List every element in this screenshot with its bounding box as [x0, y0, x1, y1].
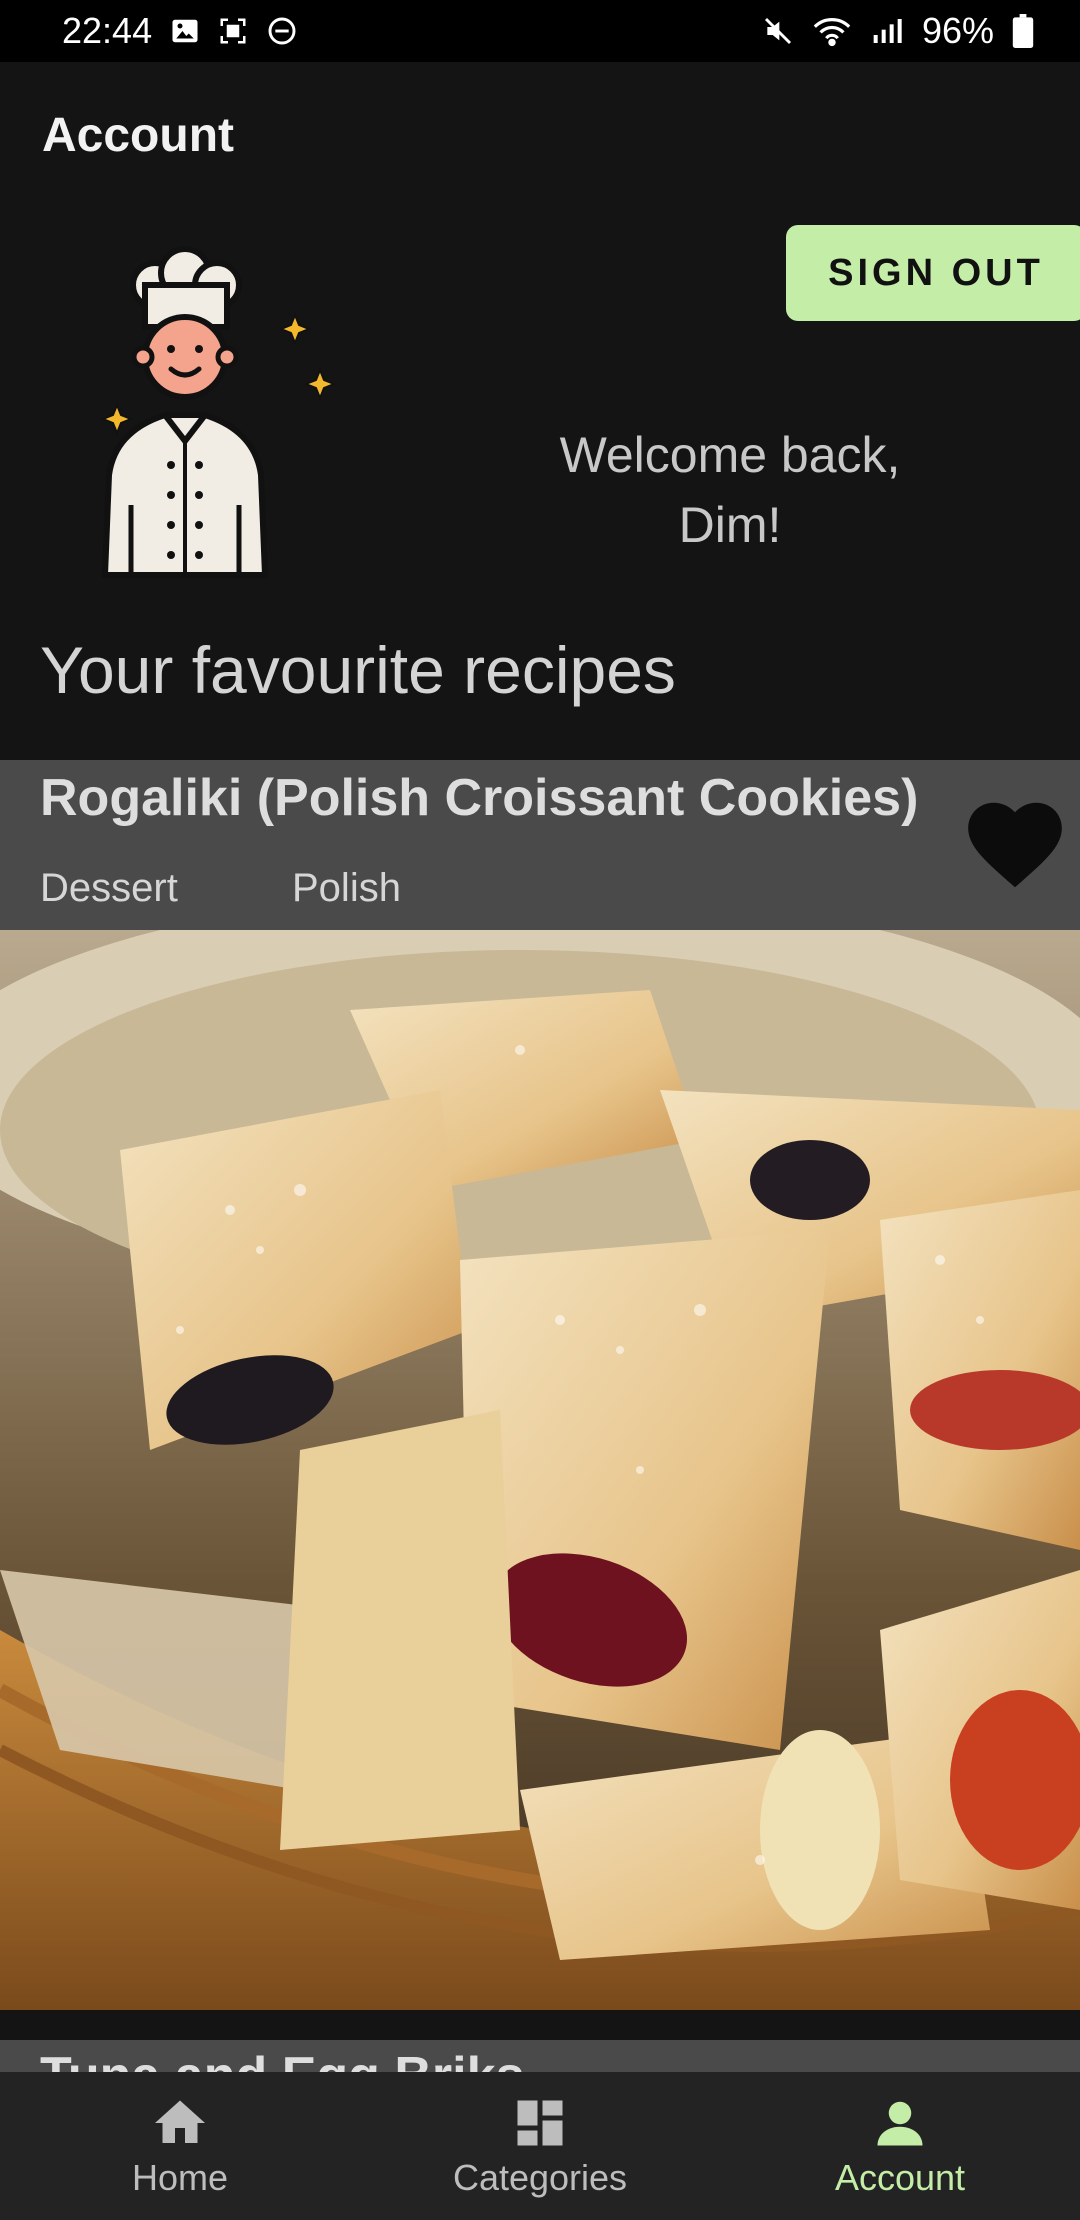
chef-avatar	[95, 245, 345, 590]
wifi-icon	[812, 15, 852, 47]
nav-categories[interactable]: Categories	[390, 2072, 690, 2220]
status-right: 96%	[762, 10, 1034, 52]
sign-out-button[interactable]: SIGN OUT	[786, 225, 1080, 321]
favourite-heart-icon[interactable]	[960, 790, 1070, 890]
status-time: 22:44	[62, 10, 153, 51]
status-left: 22:44	[62, 10, 298, 52]
nav-account-label: Account	[834, 2157, 966, 2198]
nav-account[interactable]: Account	[750, 2072, 1050, 2220]
person-icon	[877, 2101, 923, 2146]
signal-icon	[870, 15, 904, 47]
nav-categories-label: Categories	[452, 2157, 628, 2198]
welcome-message: Welcome back, Dim!	[500, 420, 960, 560]
status-bar: 22:44 96%	[0, 0, 1080, 62]
recipe-area: Polish	[292, 866, 401, 910]
gallery-icon	[170, 16, 200, 46]
recipe-image[interactable]	[0, 930, 1080, 2010]
nav-home[interactable]: Home	[30, 2072, 330, 2220]
welcome-user-name: Dim!	[678, 497, 782, 553]
welcome-line-1: Welcome back,	[559, 427, 901, 483]
mute-icon	[762, 15, 794, 47]
dashboard-icon	[517, 2100, 563, 2146]
screenshot-icon	[218, 16, 248, 46]
home-icon	[155, 2100, 205, 2143]
battery-percent: 96%	[921, 10, 994, 51]
nav-home-label: Home	[131, 2157, 229, 2198]
dnd-icon	[266, 15, 298, 47]
page-title: Account	[42, 109, 234, 162]
recipe-title[interactable]: Rogaliki (Polish Croissant Cookies)	[40, 768, 918, 828]
favourites-section-title: Your favourite recipes	[40, 633, 676, 707]
recipe-category: Dessert	[40, 866, 178, 910]
account-screen: 22:44 96% Account SIGN OUT Welcome back,…	[0, 0, 1080, 2220]
bottom-navigation: Home Categories Account	[0, 2072, 1080, 2220]
battery-icon	[1012, 14, 1034, 48]
